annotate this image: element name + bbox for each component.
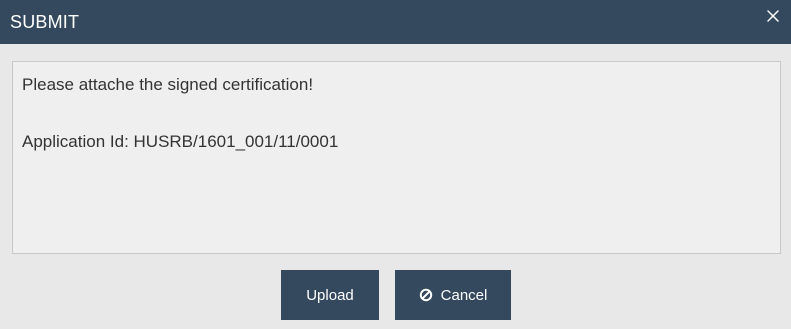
dialog-title: SUBMIT [10, 11, 80, 32]
dialog-titlebar: SUBMIT [0, 0, 791, 44]
ban-icon [419, 288, 433, 302]
dialog-actions: Upload Cancel [0, 270, 791, 320]
message-text: Please attache the signed certification! [22, 75, 314, 94]
cancel-button-label: Cancel [440, 286, 488, 304]
close-icon[interactable] [765, 8, 781, 24]
cancel-button[interactable]: Cancel [395, 270, 511, 320]
dialog-message-box: Please attache the signed certification!… [12, 61, 781, 254]
upload-button[interactable]: Upload [281, 270, 379, 320]
submit-dialog: SUBMIT Please attache the signed certifi… [0, 0, 791, 329]
upload-button-label: Upload [306, 286, 354, 304]
application-id-text: Application Id: HUSRB/1601_001/11/0001 [22, 132, 339, 151]
